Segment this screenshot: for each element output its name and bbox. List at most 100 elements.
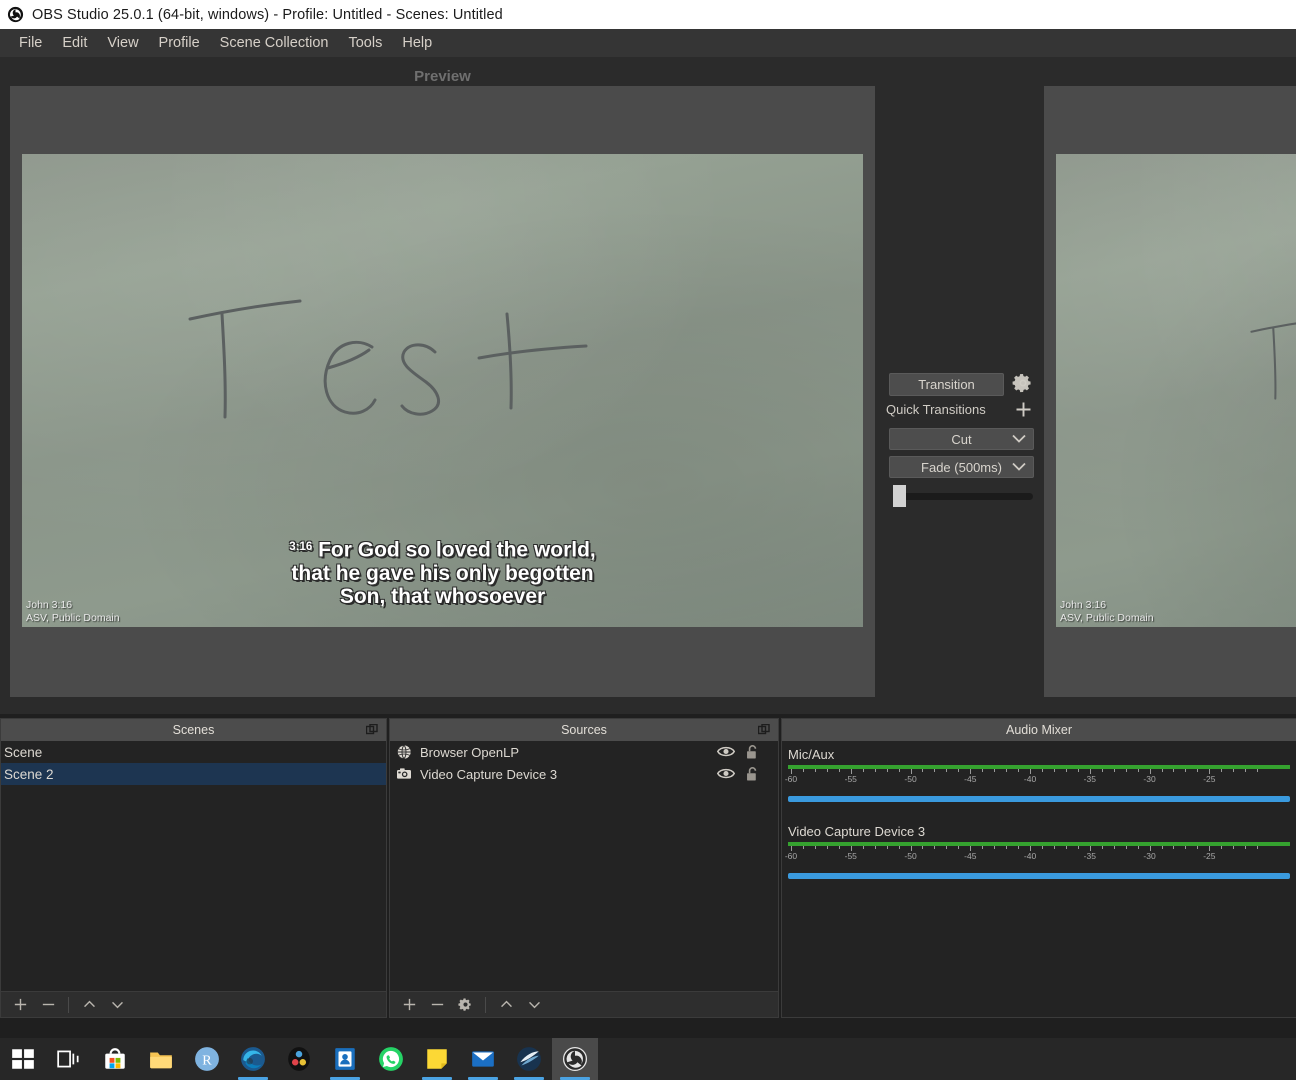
remove-source-button[interactable] bbox=[424, 994, 450, 1016]
windows-logo-icon bbox=[10, 1046, 36, 1072]
unlock-icon[interactable] bbox=[745, 766, 760, 782]
contacts-app[interactable] bbox=[322, 1038, 368, 1080]
scene-list-item-selected[interactable]: Scene 2 bbox=[1, 763, 386, 785]
remove-scene-button[interactable] bbox=[35, 994, 61, 1016]
window-titlebar: OBS Studio 25.0.1 (64-bit, windows) - Pr… bbox=[0, 0, 1296, 29]
meter-minor-tick bbox=[1185, 769, 1186, 772]
meter-minor-tick bbox=[994, 769, 995, 772]
preview-pane[interactable]: 3:16 For God so loved the world, that he… bbox=[10, 86, 875, 697]
davinci-resolve[interactable] bbox=[276, 1038, 322, 1080]
tbar-handle[interactable] bbox=[893, 485, 906, 507]
preview-label: Preview bbox=[10, 68, 875, 85]
meter-minor-tick bbox=[827, 769, 828, 772]
meter-minor-tick bbox=[994, 846, 995, 849]
meter-minor-tick bbox=[803, 769, 804, 772]
meter-minor-tick bbox=[1042, 846, 1043, 849]
move-scene-down-button[interactable] bbox=[104, 994, 130, 1016]
windows-taskbar: R bbox=[0, 1038, 1296, 1080]
mixer-track-name: Video Capture Device 3 bbox=[788, 824, 1290, 839]
quick-transition-fade-label: Fade (500ms) bbox=[921, 460, 1002, 475]
microsoft-edge[interactable] bbox=[230, 1038, 276, 1080]
unlock-icon[interactable] bbox=[745, 744, 760, 760]
move-source-up-button[interactable] bbox=[493, 994, 519, 1016]
meter-minor-tick bbox=[1078, 846, 1079, 849]
menu-scene-collection[interactable]: Scene Collection bbox=[210, 32, 339, 54]
meter-minor-tick bbox=[1078, 769, 1079, 772]
menubar: File Edit View Profile Scene Collection … bbox=[0, 29, 1296, 57]
minus-icon bbox=[429, 996, 446, 1013]
sticky-note-icon bbox=[424, 1046, 450, 1072]
meter-tick-label: -50 bbox=[904, 851, 916, 861]
task-view-button[interactable] bbox=[46, 1038, 92, 1080]
chevron-down-icon bbox=[526, 996, 543, 1013]
program-pane[interactable]: John 3:16 ASV, Public Domain bbox=[1044, 86, 1296, 697]
transition-button[interactable]: Transition bbox=[889, 373, 1004, 396]
popout-icon[interactable] bbox=[366, 724, 378, 736]
source-properties-button[interactable] bbox=[452, 994, 478, 1016]
sticky-notes[interactable] bbox=[414, 1038, 460, 1080]
meter-tick-label: -25 bbox=[1203, 774, 1215, 784]
menu-edit[interactable]: Edit bbox=[52, 32, 97, 54]
source-list-item[interactable]: Video Capture Device 3 bbox=[390, 763, 778, 785]
move-source-down-button[interactable] bbox=[521, 994, 547, 1016]
menu-file[interactable]: File bbox=[9, 32, 52, 54]
meter-minor-tick bbox=[1221, 769, 1222, 772]
openlp-icon bbox=[516, 1046, 542, 1072]
r-circle-icon: R bbox=[194, 1046, 220, 1072]
program-canvas[interactable]: John 3:16 ASV, Public Domain bbox=[1056, 154, 1296, 627]
eye-icon[interactable] bbox=[717, 766, 735, 781]
meter-tick-label: -55 bbox=[845, 774, 857, 784]
transition-settings-gear-icon[interactable] bbox=[1012, 372, 1034, 394]
eye-icon[interactable] bbox=[717, 744, 735, 759]
sources-title: Sources bbox=[561, 723, 607, 737]
menu-tools[interactable]: Tools bbox=[338, 32, 392, 54]
add-source-button[interactable] bbox=[396, 994, 422, 1016]
attribution-license: ASV, Public Domain bbox=[26, 612, 120, 625]
move-scene-up-button[interactable] bbox=[76, 994, 102, 1016]
scenes-list[interactable]: Scene Scene 2 bbox=[1, 741, 386, 991]
popout-icon[interactable] bbox=[758, 724, 770, 736]
mixer-volume-slider[interactable] bbox=[788, 873, 1290, 879]
microsoft-store[interactable] bbox=[92, 1038, 138, 1080]
meter-minor-tick bbox=[803, 846, 804, 849]
start-button[interactable] bbox=[0, 1038, 46, 1080]
edge-icon bbox=[240, 1046, 266, 1072]
meter-tick-label: -30 bbox=[1143, 774, 1155, 784]
meter-minor-tick bbox=[863, 846, 864, 849]
menu-view[interactable]: View bbox=[97, 32, 148, 54]
scene-list-item[interactable]: Scene bbox=[1, 741, 386, 763]
quick-transition-fade[interactable]: Fade (500ms) bbox=[889, 456, 1034, 478]
mixer-volume-slider[interactable] bbox=[788, 796, 1290, 802]
meter-minor-tick bbox=[1114, 769, 1115, 772]
sources-list[interactable]: Browser OpenLP Video Capt bbox=[390, 741, 778, 991]
meter-tick-label: -35 bbox=[1084, 851, 1096, 861]
verse-reference-superscript: 3:16 bbox=[289, 541, 312, 553]
meter-minor-tick bbox=[1173, 846, 1174, 849]
menu-profile[interactable]: Profile bbox=[149, 32, 210, 54]
chevron-down-icon bbox=[109, 996, 126, 1013]
mail[interactable] bbox=[460, 1038, 506, 1080]
whatsapp[interactable] bbox=[368, 1038, 414, 1080]
transition-tbar-slider[interactable] bbox=[889, 485, 1035, 507]
r-studio[interactable]: R bbox=[184, 1038, 230, 1080]
add-scene-button[interactable] bbox=[7, 994, 33, 1016]
openlp[interactable] bbox=[506, 1038, 552, 1080]
preview-canvas[interactable]: 3:16 For God so loved the world, that he… bbox=[22, 154, 863, 627]
meter-minor-tick bbox=[1126, 769, 1127, 772]
meter-minor-tick bbox=[1233, 769, 1234, 772]
meter-minor-tick bbox=[815, 769, 816, 772]
audio-mixer-toolbar bbox=[782, 991, 1296, 1017]
menu-help[interactable]: Help bbox=[392, 32, 442, 54]
meter-minor-tick bbox=[1066, 769, 1067, 772]
scene-label: Scene bbox=[4, 745, 42, 760]
task-view-icon bbox=[56, 1046, 82, 1072]
obs-studio[interactable] bbox=[552, 1038, 598, 1080]
meter-minor-tick bbox=[899, 846, 900, 849]
resolve-icon bbox=[286, 1046, 312, 1072]
file-explorer[interactable] bbox=[138, 1038, 184, 1080]
quick-transition-cut[interactable]: Cut bbox=[889, 428, 1034, 450]
meter-tick-label: -55 bbox=[845, 851, 857, 861]
source-list-item[interactable]: Browser OpenLP bbox=[390, 741, 778, 763]
scenes-toolbar bbox=[1, 991, 386, 1017]
add-quick-transition-plus-icon[interactable] bbox=[1013, 399, 1034, 420]
